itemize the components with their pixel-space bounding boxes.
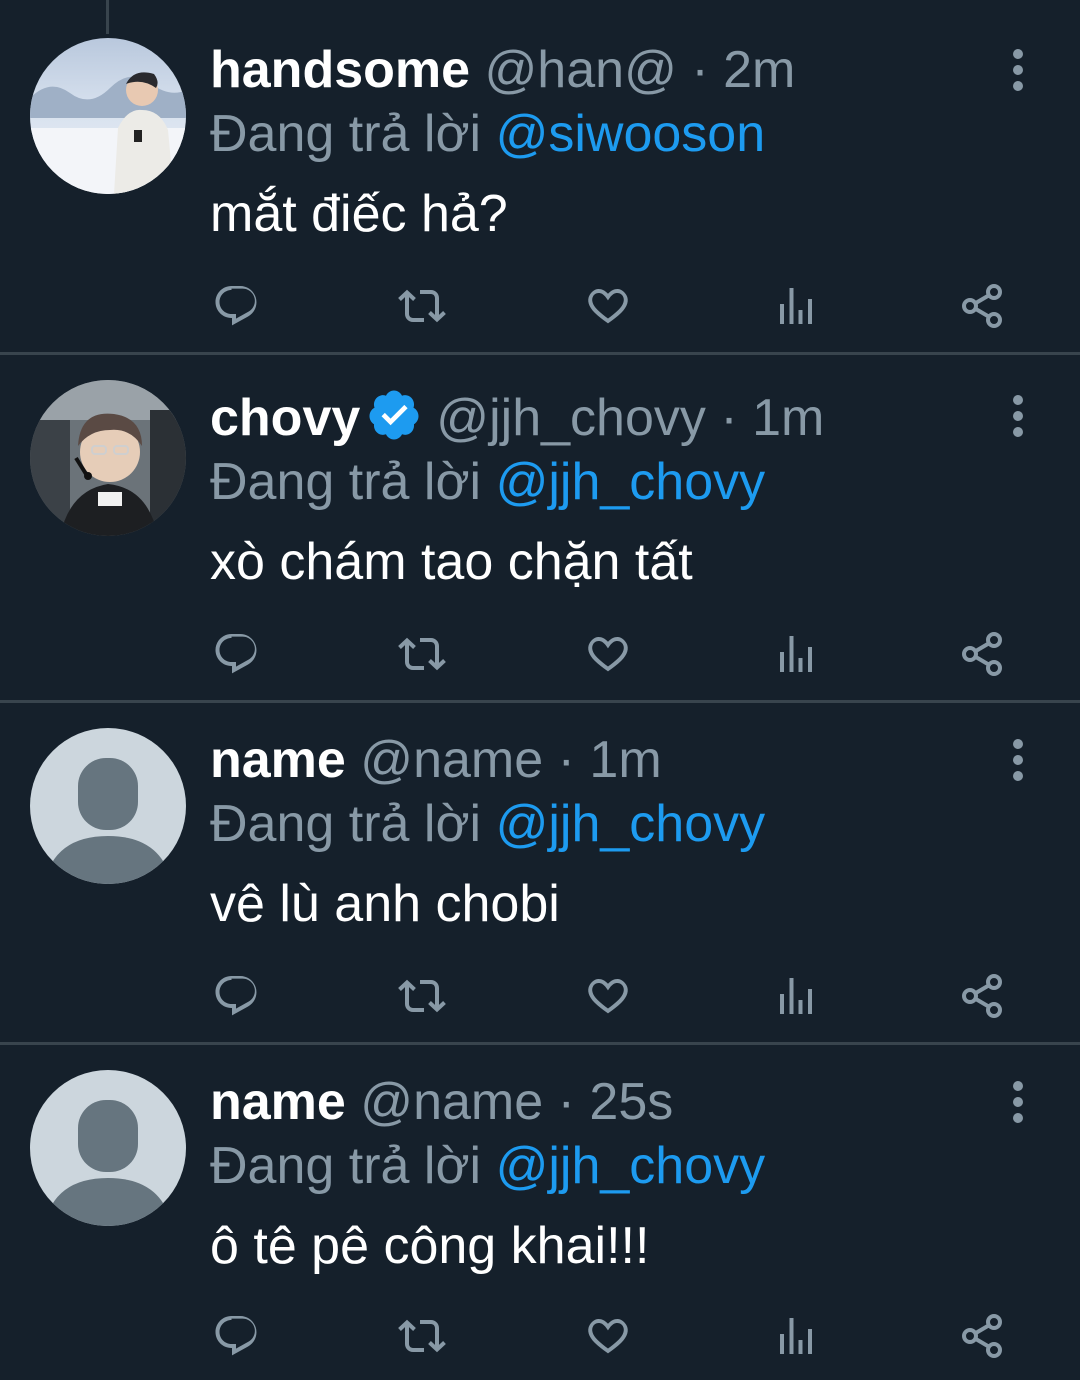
reply-prefix: Đang trả lời: [210, 453, 482, 511]
thread-connector-line: [106, 0, 109, 34]
reply-prefix: Đang trả lời: [210, 1137, 482, 1195]
avatar[interactable]: [30, 38, 186, 194]
action-bar: [0, 276, 1080, 336]
analytics-button[interactable]: [766, 1306, 826, 1366]
share-button[interactable]: [952, 624, 1012, 684]
like-icon: [584, 282, 632, 330]
divider: [0, 700, 1080, 703]
reply-icon: [212, 972, 260, 1020]
share-button[interactable]: [952, 966, 1012, 1026]
display-name[interactable]: name: [210, 1073, 346, 1131]
reply-context: Đang trả lời @siwooson: [210, 102, 765, 166]
like-button[interactable]: [578, 966, 638, 1026]
analytics-icon: [772, 630, 820, 678]
action-bar: [0, 966, 1080, 1026]
like-button[interactable]: [578, 276, 638, 336]
retweet-button[interactable]: [392, 624, 452, 684]
verified-badge-icon: [369, 390, 419, 440]
separator-dot: ·: [691, 41, 709, 99]
retweet-button[interactable]: [392, 1306, 452, 1366]
retweet-icon: [398, 972, 446, 1020]
tweet-text: mắt điếc hả?: [210, 185, 508, 243]
reply-mention-link[interactable]: @jjh_chovy: [496, 453, 766, 511]
like-icon: [584, 972, 632, 1020]
share-button[interactable]: [952, 1306, 1012, 1366]
display-name[interactable]: handsome: [210, 41, 470, 99]
user-handle[interactable]: @name: [360, 731, 543, 789]
display-name[interactable]: name: [210, 731, 346, 789]
share-icon: [958, 972, 1006, 1020]
reply-context: Đang trả lời @jjh_chovy: [210, 450, 765, 514]
share-icon: [958, 1312, 1006, 1360]
divider: [0, 1042, 1080, 1045]
share-button[interactable]: [952, 276, 1012, 336]
reply-mention-link[interactable]: @jjh_chovy: [496, 1137, 766, 1195]
timestamp[interactable]: 1m: [589, 731, 661, 789]
tweet-header: name @name · 25s: [210, 1070, 673, 1134]
reply-icon: [212, 1312, 260, 1360]
analytics-button[interactable]: [766, 966, 826, 1026]
like-button[interactable]: [578, 1306, 638, 1366]
tweet-text: ô tê pê công khai!!!: [210, 1217, 650, 1275]
more-options-icon[interactable]: [996, 730, 1040, 790]
analytics-button[interactable]: [766, 276, 826, 336]
reply-icon: [212, 282, 260, 330]
user-handle[interactable]: @name: [360, 1073, 543, 1131]
analytics-button[interactable]: [766, 624, 826, 684]
reply-prefix: Đang trả lời: [210, 795, 482, 853]
more-options-icon[interactable]: [996, 40, 1040, 100]
tweet-text: xò chám tao chặn tất: [210, 533, 693, 591]
more-options-icon[interactable]: [996, 1072, 1040, 1132]
analytics-icon: [772, 1312, 820, 1360]
timestamp[interactable]: 25s: [589, 1073, 673, 1131]
reply-button[interactable]: [206, 276, 266, 336]
action-bar: [0, 624, 1080, 684]
like-button[interactable]: [578, 624, 638, 684]
reply-icon: [212, 630, 260, 678]
share-icon: [958, 282, 1006, 330]
like-icon: [584, 1312, 632, 1360]
tweet-header: handsome @han@ · 2m: [210, 38, 795, 102]
retweet-icon: [398, 282, 446, 330]
retweet-button[interactable]: [392, 276, 452, 336]
reply-mention-link[interactable]: @jjh_chovy: [496, 795, 766, 853]
user-handle[interactable]: @jjh_chovy: [436, 389, 706, 447]
timestamp[interactable]: 1m: [752, 389, 824, 447]
retweet-icon: [398, 1312, 446, 1360]
separator-dot: ·: [557, 731, 575, 789]
analytics-icon: [772, 282, 820, 330]
retweet-icon: [398, 630, 446, 678]
like-icon: [584, 630, 632, 678]
reply-mention-link[interactable]: @siwooson: [496, 105, 766, 163]
divider: [0, 352, 1080, 355]
reply-button[interactable]: [206, 624, 266, 684]
share-icon: [958, 630, 1006, 678]
more-options-icon[interactable]: [996, 386, 1040, 446]
reply-context: Đang trả lời @jjh_chovy: [210, 792, 765, 856]
reply-context: Đang trả lời @jjh_chovy: [210, 1134, 765, 1198]
separator-dot: ·: [557, 1073, 575, 1131]
reply-prefix: Đang trả lời: [210, 105, 482, 163]
reply-button[interactable]: [206, 966, 266, 1026]
action-bar: [0, 1306, 1080, 1366]
timestamp[interactable]: 2m: [723, 41, 795, 99]
analytics-icon: [772, 972, 820, 1020]
reply-button[interactable]: [206, 1306, 266, 1366]
tweet-text: vê lù anh chobi: [210, 875, 560, 933]
tweet-header: name @name · 1m: [210, 728, 662, 792]
retweet-button[interactable]: [392, 966, 452, 1026]
user-handle[interactable]: @han@: [485, 41, 677, 99]
default-avatar-icon[interactable]: [30, 728, 186, 884]
separator-dot: ·: [720, 389, 738, 447]
display-name[interactable]: chovy: [210, 389, 360, 447]
default-avatar-icon[interactable]: [30, 1070, 186, 1226]
tweet-header: chovy @jjh_chovy · 1m: [210, 386, 824, 450]
avatar[interactable]: [30, 380, 186, 536]
